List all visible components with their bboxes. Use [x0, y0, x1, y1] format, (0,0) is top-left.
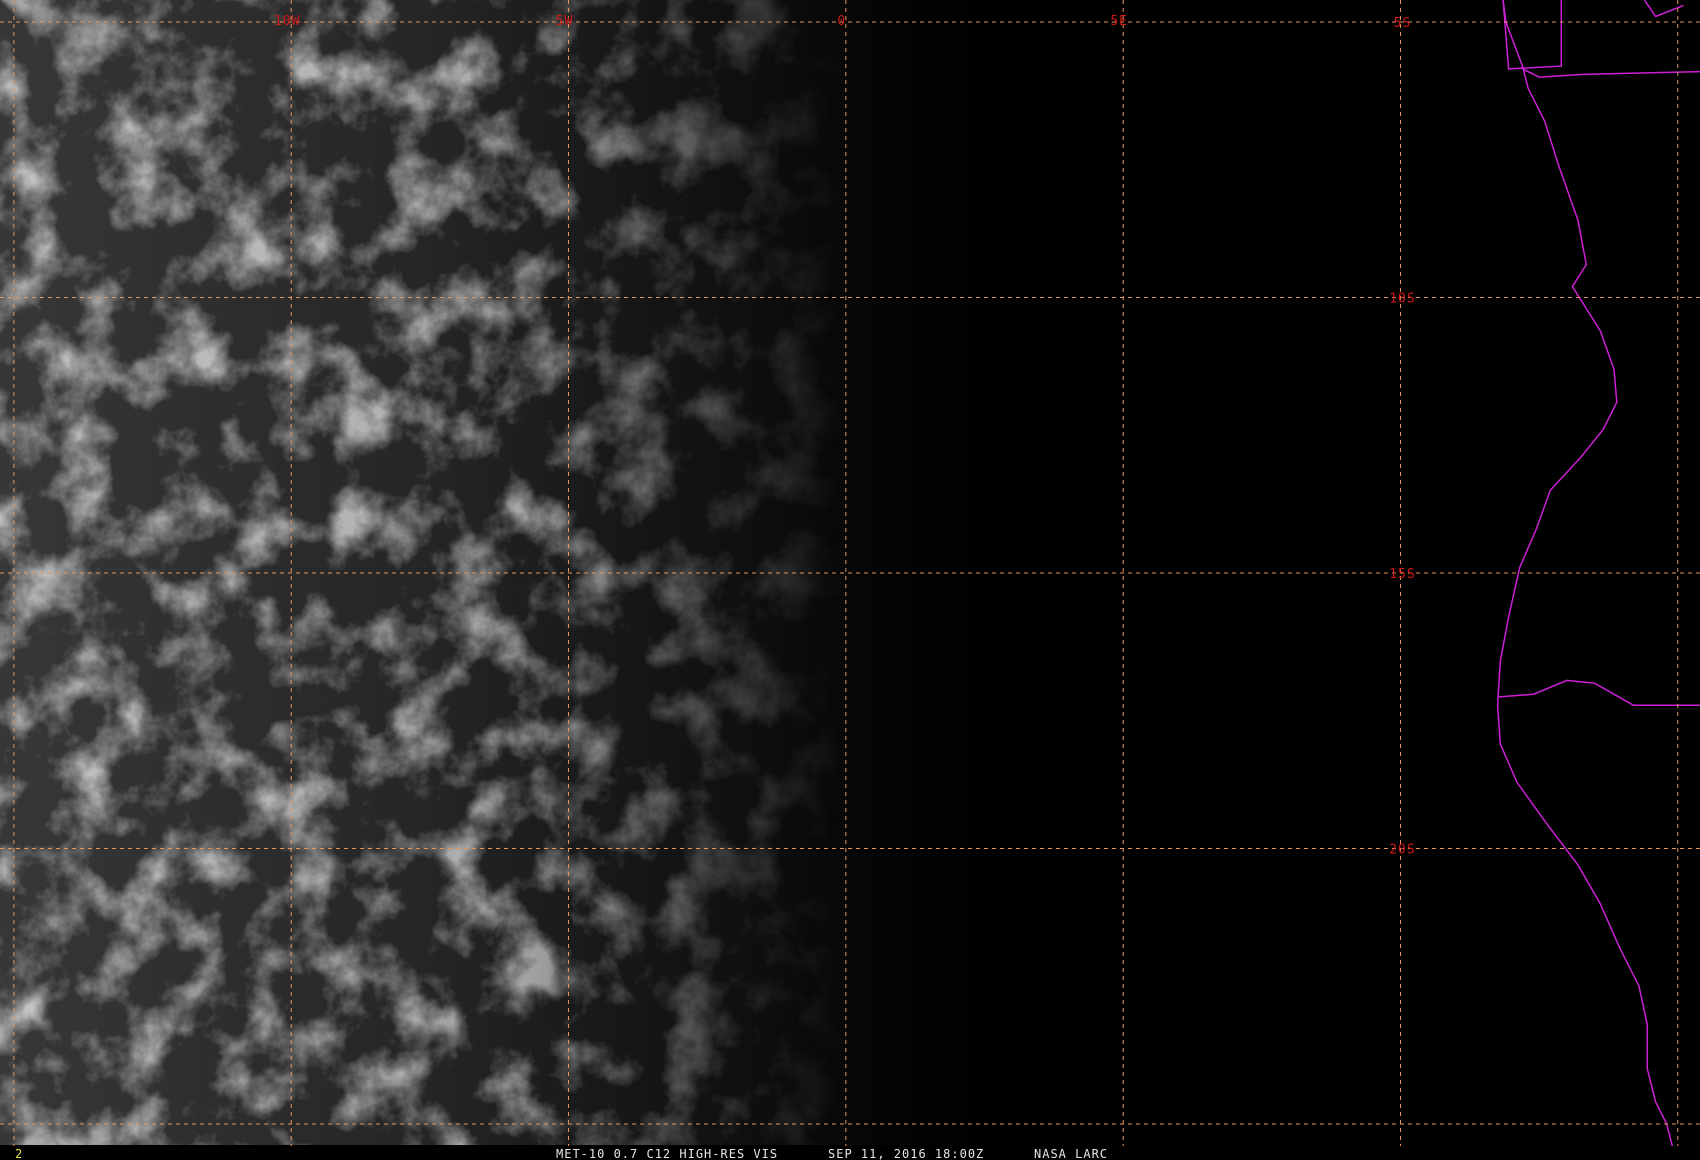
latitude-label: 5S [1394, 16, 1412, 31]
source-label: NASA LARC [1034, 1147, 1108, 1160]
latitude-label: 10S [1389, 292, 1415, 307]
satellite-map: 10W 5W 0 5E 5S 10S 15S 20S 2 MET-10 0.7 C12 HIG… [0, 0, 1700, 1160]
longitude-label: 0 [837, 14, 846, 29]
longitude-label: 5W [556, 14, 574, 29]
footer-bar: 2 MET-10 0.7 C12 HIGH-RES VIS SEP 11, 20… [0, 1146, 1700, 1160]
latitude-label: 20S [1389, 842, 1415, 857]
product-label: MET-10 0.7 C12 HIGH-RES VIS [556, 1147, 778, 1160]
frame-number: 2 [15, 1147, 23, 1160]
longitude-label: 10W [274, 14, 300, 29]
latitude-label: 15S [1389, 567, 1415, 582]
datetime-label: SEP 11, 2016 18:00Z [828, 1147, 984, 1160]
longitude-label: 5E [1110, 14, 1128, 29]
